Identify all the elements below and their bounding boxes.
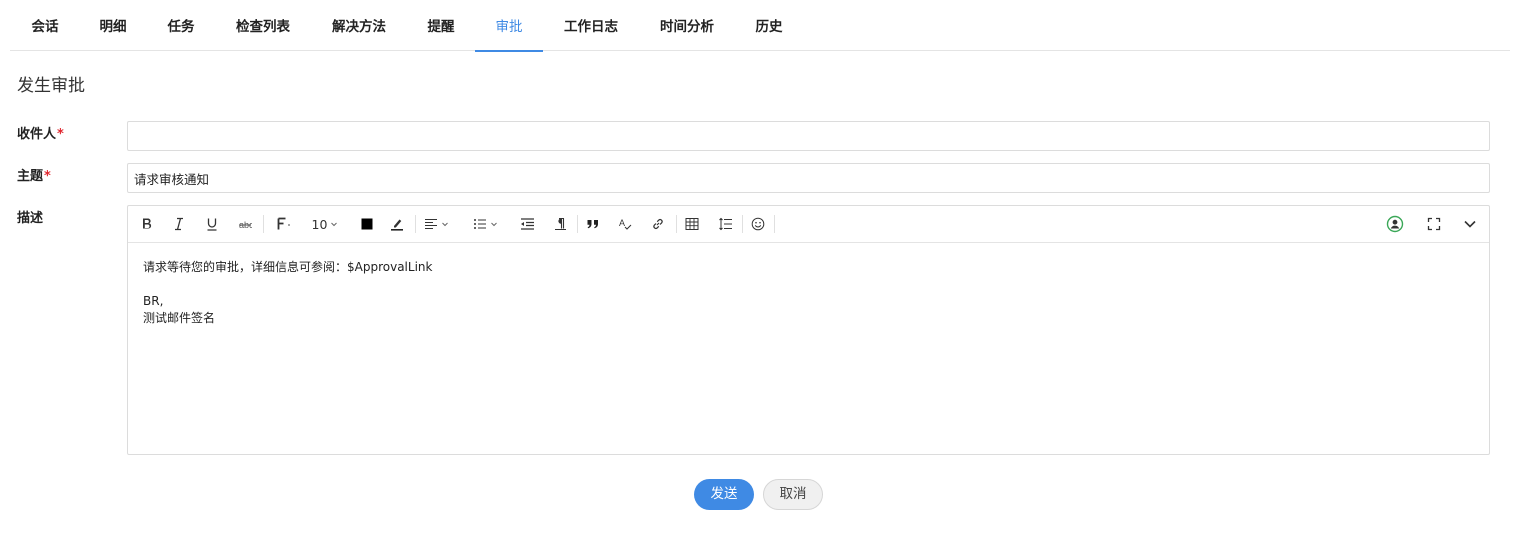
cancel-button[interactable]: 取消 — [763, 479, 823, 510]
tab-time-analysis[interactable]: 时间分析 — [659, 0, 715, 51]
font-size-value: 10 — [311, 216, 328, 232]
editor-toolbar: abc 10 A — [128, 206, 1489, 243]
editor-line: 测试邮件签名 — [143, 311, 216, 325]
tab-reminders[interactable]: 提醒 — [427, 0, 455, 51]
description-label: 描述 — [17, 211, 44, 226]
editor-line: 请求等待您的审批，详细信息可参阅：$ApprovalLink — [143, 260, 433, 274]
collapse-icon[interactable] — [1461, 214, 1479, 234]
tab-bar: 会话 明细 任务 检查列表 解决方法 提醒 审批 工作日志 时间分析 历史 — [10, 0, 1510, 52]
tab-approval[interactable]: 审批 — [475, 0, 543, 52]
tab-solutions[interactable]: 解决方法 — [331, 0, 387, 51]
font-size-select[interactable]: 10 — [310, 214, 340, 234]
required-mark: * — [57, 127, 64, 142]
recipient-label-text: 收件人 — [17, 127, 57, 142]
toolbar-separator — [263, 215, 264, 233]
paragraph-icon[interactable] — [551, 214, 569, 234]
editor-content[interactable]: 请求等待您的审批，详细信息可参阅：$ApprovalLink BR, 测试邮件签… — [143, 259, 1474, 327]
subject-label: 主题* — [17, 165, 51, 184]
tab-tasks[interactable]: 任务 — [167, 0, 195, 51]
bold-icon[interactable] — [138, 214, 156, 234]
user-avatar-icon[interactable] — [1385, 214, 1405, 234]
svg-text:A: A — [619, 218, 625, 228]
toolbar-separator — [676, 215, 677, 233]
text-color-icon[interactable] — [358, 214, 376, 234]
line-height-icon[interactable] — [716, 214, 734, 234]
emoji-icon[interactable] — [749, 214, 767, 234]
outdent-icon[interactable] — [517, 214, 537, 234]
toolbar-separator — [774, 215, 775, 233]
toolbar-separator — [742, 215, 743, 233]
recipient-input[interactable] — [127, 121, 1490, 151]
strikethrough-icon[interactable]: abc — [236, 214, 254, 234]
subject-input[interactable] — [127, 163, 1490, 193]
align-icon[interactable] — [420, 214, 452, 234]
tab-details[interactable]: 明细 — [99, 0, 127, 51]
fullscreen-icon[interactable] — [1425, 214, 1443, 234]
tab-worklog[interactable]: 工作日志 — [563, 0, 619, 51]
tab-conversation[interactable]: 会话 — [31, 0, 59, 51]
send-button[interactable]: 发送 — [694, 479, 754, 510]
italic-icon[interactable] — [170, 214, 188, 234]
underline-icon[interactable] — [203, 214, 221, 234]
table-icon[interactable] — [683, 214, 701, 234]
form-title: 发生审批 — [17, 76, 85, 96]
required-mark: * — [44, 169, 51, 184]
font-family-icon[interactable] — [274, 214, 294, 234]
editor-line: BR, — [143, 294, 164, 308]
tab-history[interactable]: 历史 — [755, 0, 783, 51]
quote-icon[interactable] — [584, 214, 602, 234]
editor-blank-line — [143, 276, 1474, 293]
clear-format-icon[interactable]: A — [616, 214, 634, 234]
rich-text-editor: abc 10 A 请求等待您的审批，详细信息可参阅：$ApprovalLink … — [127, 205, 1490, 455]
recipient-label: 收件人* — [17, 123, 64, 142]
subject-label-text: 主题 — [17, 169, 44, 184]
tab-checklist[interactable]: 检查列表 — [235, 0, 291, 51]
toolbar-separator — [577, 215, 578, 233]
toolbar-separator — [415, 215, 416, 233]
highlight-icon[interactable] — [388, 214, 406, 234]
list-icon[interactable] — [469, 214, 501, 234]
link-icon[interactable] — [649, 214, 667, 234]
